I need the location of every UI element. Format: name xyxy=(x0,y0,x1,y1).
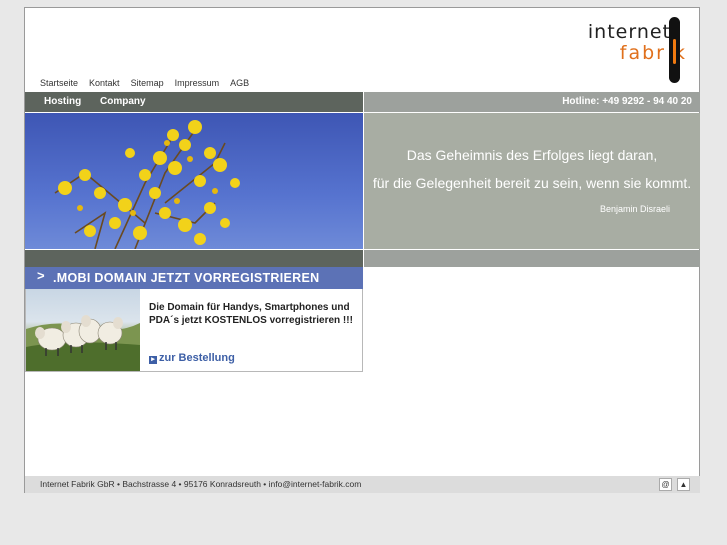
forsythia-image xyxy=(25,113,363,249)
hotline-text: Hotline: +49 9292 - 94 40 20 xyxy=(562,96,692,107)
arrow-right-icon: ▸ xyxy=(149,356,157,364)
nav-hosting[interactable]: Hosting xyxy=(44,96,81,107)
email-icon[interactable]: @ xyxy=(659,478,672,491)
nav-agb[interactable]: AGB xyxy=(230,78,249,88)
top-navigation: Startseite Kontakt Sitemap Impressum AGB xyxy=(40,78,260,88)
quote-panel: Das Geheimnis des Erfolges liegt daran, … xyxy=(364,113,700,249)
quote-author: Benjamin Disraeli xyxy=(599,204,670,214)
nav-company[interactable]: Company xyxy=(100,96,146,107)
mobi-box: Die Domain für Handys, Smartphones und P… xyxy=(25,289,363,372)
nav-startseite[interactable]: Startseite xyxy=(40,78,78,88)
nav-impressum[interactable]: Impressum xyxy=(175,78,220,88)
hotline-bar: Hotline: +49 9292 - 94 40 20 xyxy=(364,92,700,112)
mobi-description: Die Domain für Handys, Smartphones und P… xyxy=(149,302,353,326)
divider-strip xyxy=(25,250,363,267)
quote-line2: für die Gelegenheit bereit zu sein, wenn… xyxy=(372,175,692,191)
divider-bar xyxy=(364,250,700,267)
nav-sitemap[interactable]: Sitemap xyxy=(131,78,164,88)
main-nav-bar: Hosting Company xyxy=(25,92,363,112)
arrow-icon: > xyxy=(37,268,45,283)
scroll-top-icon[interactable]: ▲ xyxy=(677,478,690,491)
page-frame: internet fabr k Startseite Kontakt Sitemap… xyxy=(24,7,700,493)
order-link[interactable]: ▸ zur Bestellung xyxy=(149,352,235,364)
order-link-label: zur Bestellung xyxy=(159,352,235,364)
mobi-title: .MOBI DOMAIN JETZT VORREGISTRIEREN xyxy=(53,271,320,285)
internet-fabrik-logo[interactable]: internet fabr k xyxy=(575,14,695,83)
logo-exclamation-icon xyxy=(669,17,680,83)
logo-line1: internet xyxy=(587,21,671,43)
mobi-header: > .MOBI DOMAIN JETZT VORREGISTRIEREN xyxy=(25,267,363,289)
sheep-image xyxy=(26,289,140,371)
footer-address: Internet Fabrik GbR • Bachstrasse 4 • 95… xyxy=(40,479,362,489)
nav-kontakt[interactable]: Kontakt xyxy=(89,78,120,88)
footer: Internet Fabrik GbR • Bachstrasse 4 • 95… xyxy=(25,476,700,493)
quote-line1: Das Geheimnis des Erfolges liegt daran, xyxy=(406,147,658,163)
